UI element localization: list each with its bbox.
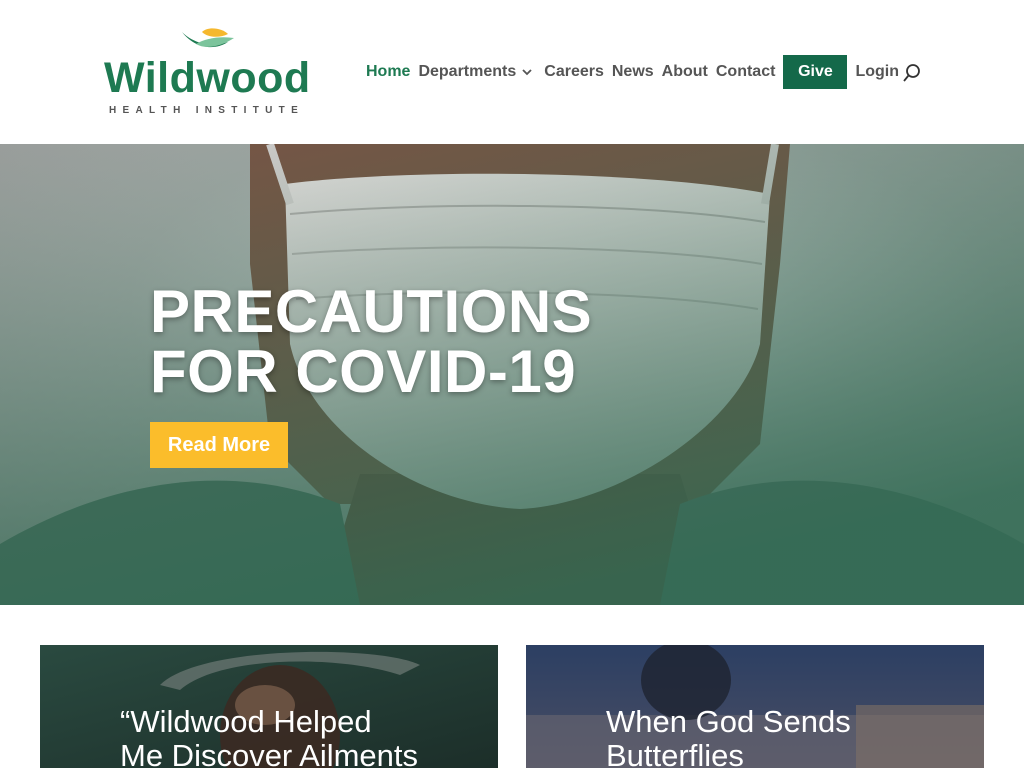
site-header: Wildwood HEALTH INSTITUTE Home Departmen…: [0, 0, 1024, 144]
story-card-title-line-2: Me Discover Ailments: [120, 738, 419, 768]
story-card-title: When God Sends Butterflies: [606, 705, 946, 768]
nav-contact[interactable]: Contact: [716, 63, 776, 81]
story-card-title-line-2: Butterflies: [606, 738, 744, 768]
main-nav: Home Departments Careers News About Cont…: [366, 54, 907, 90]
hero-title-line-1: PRECAUTIONS: [150, 278, 593, 345]
story-card-title-line-1: “Wildwood Helped: [120, 704, 372, 739]
chevron-down-icon: [522, 69, 532, 76]
logo-wordmark: Wildwood: [104, 54, 311, 102]
story-card[interactable]: When God Sends Butterflies: [526, 645, 984, 768]
hero-banner: PRECAUTIONS FOR COVID-19 Read More: [0, 144, 1024, 605]
story-card-title: “Wildwood Helped Me Discover Ailments: [120, 705, 460, 768]
nav-departments[interactable]: Departments: [418, 63, 534, 81]
nav-news[interactable]: News: [612, 63, 654, 81]
story-card[interactable]: “Wildwood Helped Me Discover Ailments: [40, 645, 498, 768]
site-logo[interactable]: Wildwood HEALTH INSTITUTE: [104, 28, 310, 118]
logo-subtitle: HEALTH INSTITUTE: [109, 105, 305, 116]
leaf-logo-icon: [182, 28, 234, 48]
read-more-button[interactable]: Read More: [150, 422, 288, 468]
nav-about[interactable]: About: [662, 63, 708, 81]
nav-careers[interactable]: Careers: [544, 63, 604, 81]
hero-title: PRECAUTIONS FOR COVID-19: [150, 282, 592, 402]
nav-home[interactable]: Home: [366, 63, 410, 81]
nav-departments-label: Departments: [418, 63, 517, 80]
story-card-title-line-1: When God Sends: [606, 704, 851, 739]
give-button[interactable]: Give: [783, 55, 848, 89]
login-link[interactable]: Login: [855, 63, 899, 81]
search-icon[interactable]: [901, 62, 923, 84]
hero-title-line-2: FOR COVID-19: [150, 338, 577, 405]
